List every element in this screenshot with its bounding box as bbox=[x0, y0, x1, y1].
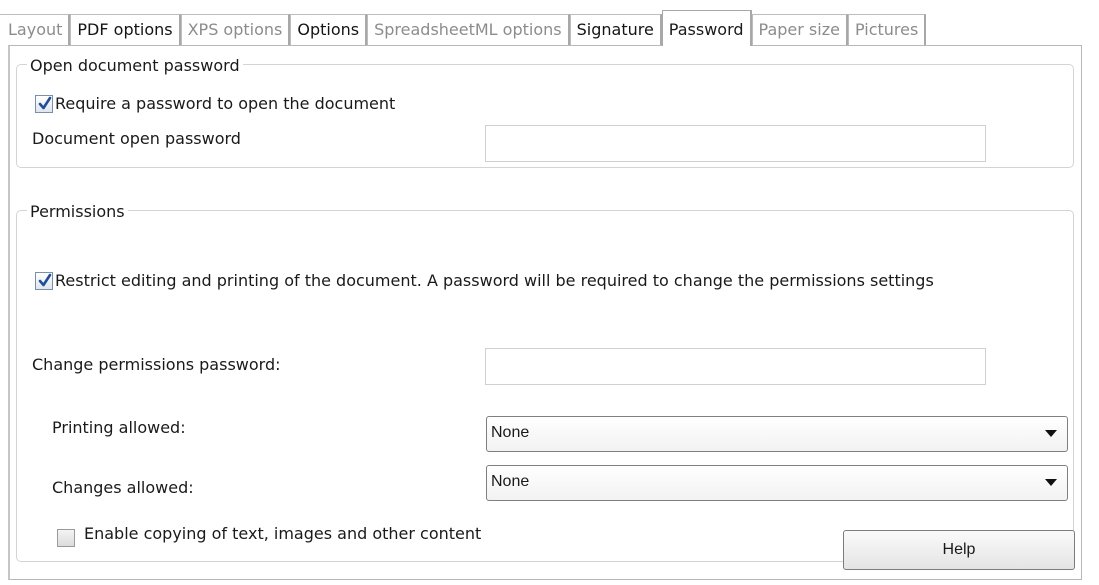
require-password-checkbox[interactable] bbox=[35, 95, 53, 113]
document-open-password-label: Document open password bbox=[32, 129, 241, 148]
password-settings-dialog: Layout PDF options XPS options Options S… bbox=[0, 0, 1099, 585]
tab-pdf-options[interactable]: PDF options bbox=[70, 14, 181, 46]
check-mark-icon bbox=[38, 96, 52, 110]
permissions-legend: Permissions bbox=[27, 202, 128, 221]
printing-allowed-label: Printing allowed: bbox=[52, 418, 186, 437]
tab-paper-size[interactable]: Paper size bbox=[751, 14, 848, 46]
tab-xps-options[interactable]: XPS options bbox=[180, 14, 291, 46]
chevron-down-icon bbox=[1045, 479, 1057, 486]
open-password-legend: Open document password bbox=[27, 56, 243, 75]
restrict-editing-checkbox[interactable] bbox=[35, 272, 53, 290]
document-open-password-input[interactable] bbox=[485, 125, 986, 162]
changes-allowed-value: None bbox=[491, 473, 530, 490]
tab-layout[interactable]: Layout bbox=[0, 14, 71, 46]
changes-allowed-select[interactable]: None bbox=[486, 465, 1068, 501]
help-button[interactable]: Help bbox=[843, 530, 1075, 570]
enable-copying-checkbox[interactable] bbox=[57, 529, 75, 547]
enable-copying-label[interactable]: Enable copying of text, images and other… bbox=[84, 524, 481, 543]
chevron-down-icon bbox=[1045, 430, 1057, 437]
tab-options[interactable]: Options bbox=[290, 14, 368, 46]
change-permissions-password-label: Change permissions password: bbox=[32, 355, 281, 374]
permissions-group bbox=[16, 210, 1074, 562]
restrict-editing-label[interactable]: Restrict editing and printing of the doc… bbox=[55, 271, 934, 290]
change-permissions-password-input[interactable] bbox=[485, 348, 986, 385]
require-password-label[interactable]: Require a password to open the document bbox=[55, 94, 395, 113]
tab-signature[interactable]: Signature bbox=[569, 14, 662, 46]
password-tab-panel: Open document password Require a passwor… bbox=[8, 45, 1082, 580]
tab-spreadsheetml-options[interactable]: SpreadsheetML options bbox=[367, 14, 570, 46]
printing-allowed-select[interactable]: None bbox=[486, 416, 1068, 452]
tab-password[interactable]: Password bbox=[661, 10, 752, 46]
tab-bar: Layout PDF options XPS options Options S… bbox=[0, 10, 927, 46]
changes-allowed-label: Changes allowed: bbox=[52, 478, 194, 497]
check-mark-icon bbox=[38, 273, 52, 287]
printing-allowed-value: None bbox=[491, 424, 530, 441]
tab-pictures[interactable]: Pictures bbox=[847, 14, 927, 46]
